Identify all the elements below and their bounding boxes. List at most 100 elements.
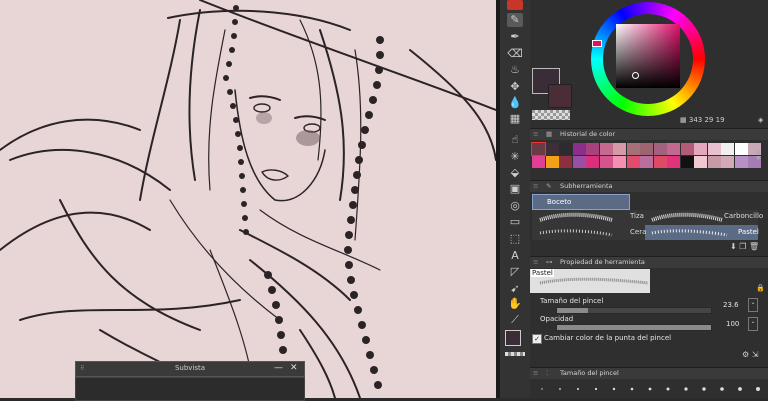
color-swatch[interactable] xyxy=(559,156,572,168)
grip-icon: ≡ xyxy=(533,369,539,377)
minimize-button[interactable]: — xyxy=(274,363,283,373)
saturation-value: 29 xyxy=(704,116,714,124)
color-swatch[interactable] xyxy=(680,156,694,168)
fill-tool-icon[interactable]: ♨ xyxy=(507,63,523,77)
color-swatch[interactable] xyxy=(586,156,599,168)
color-swatch[interactable] xyxy=(626,143,640,155)
subview-title: Subvista xyxy=(174,364,206,372)
ruler-icon[interactable]: ◸ xyxy=(507,265,523,279)
color-swatch[interactable] xyxy=(599,143,613,155)
color-swatch[interactable] xyxy=(721,156,734,168)
color-swatch[interactable] xyxy=(667,143,680,155)
eraser-icon[interactable]: ⌫ xyxy=(507,47,523,61)
sliders-icon: ⊶ xyxy=(546,258,553,266)
move-icon[interactable]: ✥ xyxy=(507,80,523,94)
color-swatch[interactable] xyxy=(532,156,545,168)
color-history-grid[interactable] xyxy=(531,142,761,173)
color-swatch[interactable] xyxy=(613,143,626,155)
sketch-artwork xyxy=(0,0,496,398)
brush-size-slider[interactable] xyxy=(556,307,712,314)
expand-icon[interactable]: ⇲ xyxy=(752,350,759,359)
eyedropper-icon[interactable]: ✎ xyxy=(507,13,523,27)
opacity-slider[interactable] xyxy=(556,324,712,331)
close-button[interactable]: ✕ xyxy=(290,363,298,373)
color-swatch[interactable] xyxy=(734,143,748,155)
tool-property-header[interactable]: ≡ ⊶ Propiedad de herramienta xyxy=(530,256,768,268)
scroll-arrow-icon[interactable]: ▲ ▼ xyxy=(756,148,761,162)
color-swatch[interactable] xyxy=(653,143,667,155)
wheel-options-icon[interactable]: ◈ xyxy=(758,116,763,124)
brush-stroke-preview xyxy=(539,277,649,285)
dots-icon: ⁚ xyxy=(546,369,549,377)
pen-nib-icon[interactable]: ✒ xyxy=(507,30,523,44)
brush-size-value[interactable]: 23.6 xyxy=(723,301,739,309)
color-swatch[interactable] xyxy=(721,143,734,155)
lock-icon[interactable]: 🔒 xyxy=(756,284,765,292)
import-icon[interactable]: ⬇ xyxy=(730,242,737,251)
color-swatch[interactable] xyxy=(626,156,640,168)
color-swatch[interactable] xyxy=(613,156,626,168)
hand-icon[interactable]: ✋ xyxy=(507,297,523,311)
color-swatch[interactable] xyxy=(531,142,546,156)
figure-icon[interactable]: ⬚ xyxy=(507,232,523,246)
subtool-actions: ⬇ ❐ 🗑 xyxy=(730,242,759,251)
color-picker-icon[interactable]: ⟋ xyxy=(507,313,523,327)
color-history-header[interactable]: ≡ ▦ Historial de color xyxy=(530,128,768,140)
tool-property-actions: ⚙ ⇲ xyxy=(742,350,758,359)
text-icon[interactable]: A xyxy=(507,249,523,263)
subview-panel[interactable]: ⠿ Subvista — ✕ xyxy=(75,361,305,401)
duplicate-icon[interactable]: ❐ xyxy=(739,242,746,251)
opacity-label: Opacidad xyxy=(540,315,574,323)
color-swatch[interactable] xyxy=(559,143,572,155)
color-swatch[interactable] xyxy=(667,156,680,168)
drawing-canvas[interactable] xyxy=(0,0,496,398)
color-swatch[interactable] xyxy=(707,156,721,168)
color-swatch[interactable] xyxy=(545,143,559,155)
opacity-value[interactable]: 100 xyxy=(726,320,739,328)
color-wheel-panel: ▦ 343 29 19 ◈ xyxy=(530,0,768,126)
saturation-value-square[interactable] xyxy=(616,24,680,88)
rectangle-select-icon[interactable]: ▭ xyxy=(507,215,523,229)
transparent-color-box[interactable] xyxy=(532,110,570,120)
color-swatch[interactable] xyxy=(545,156,559,168)
color-swatch[interactable] xyxy=(734,156,748,168)
main-color-swatch[interactable] xyxy=(505,330,521,346)
color-swatch[interactable] xyxy=(599,156,613,168)
subview-body xyxy=(75,377,305,401)
transparent-swatch[interactable] xyxy=(505,352,525,356)
color-swatch[interactable] xyxy=(586,143,599,155)
subtool-header[interactable]: ≡ ✎ Subherramienta xyxy=(530,180,768,192)
settings-icon[interactable]: ⚙ xyxy=(742,350,749,359)
delete-icon[interactable]: 🗑 xyxy=(749,242,759,251)
lasso-icon[interactable]: ◎ xyxy=(507,199,523,213)
color-swatch[interactable] xyxy=(694,156,707,168)
hue-marker[interactable] xyxy=(592,40,602,47)
sub-color-box[interactable] xyxy=(548,84,572,108)
color-swatch[interactable] xyxy=(572,156,586,168)
color-swatch[interactable] xyxy=(640,156,653,168)
subtool-row-1[interactable]: Tiza Carboncillo xyxy=(532,210,763,225)
opacity-dropdown[interactable]: ⌄ xyxy=(748,317,758,331)
brush-size-panel-header[interactable]: ≡ ⁚ Tamaño del pincel xyxy=(530,367,768,379)
magic-wand-icon[interactable]: ✳ xyxy=(507,150,523,164)
grid-icon[interactable]: ▦ xyxy=(507,112,523,126)
object-selector-icon[interactable]: ☝ xyxy=(507,133,523,147)
color-swatch[interactable] xyxy=(694,143,707,155)
color-swatch[interactable] xyxy=(572,143,586,155)
gradient-icon[interactable]: ▣ xyxy=(507,182,523,196)
color-cursor[interactable] xyxy=(632,72,639,79)
bucket-icon[interactable]: ⬙ xyxy=(507,166,523,180)
tool-bar: ✎ ✒ ⌫ ♨ ✥ 💧 ▦ ☝ ✳ ⬙ ▣ ◎ ▭ ⬚ A ◸ ➹ ✋ ⟋ xyxy=(500,0,530,398)
color-jitter-checkbox[interactable]: ✓ xyxy=(532,334,542,344)
blend-icon[interactable]: 💧 xyxy=(507,96,523,110)
color-swatch[interactable] xyxy=(640,143,653,155)
hue-value: 343 xyxy=(688,116,703,124)
color-swatch[interactable] xyxy=(653,156,667,168)
subtool-group-tab[interactable]: Boceto xyxy=(532,194,630,210)
color-swatch[interactable] xyxy=(707,143,721,155)
brush-size-dropdown[interactable]: ⌄ xyxy=(748,298,758,312)
operation-icon[interactable]: ➹ xyxy=(507,282,523,296)
color-swatch[interactable] xyxy=(680,143,694,155)
right-panels: ▦ 343 29 19 ◈ ≡ ▦ Historial de color ▲ ▼ … xyxy=(530,0,768,398)
subtool-row-2[interactable]: Cera Pastel xyxy=(532,225,759,240)
